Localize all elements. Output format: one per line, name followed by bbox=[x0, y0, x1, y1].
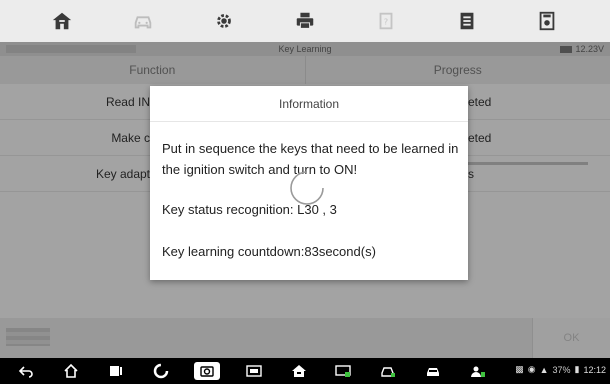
help-icon[interactable]: ? bbox=[374, 9, 398, 33]
countdown-text: Key learning countdown:83second(s) bbox=[162, 244, 376, 259]
information-dialog: Information Put in sequence the keys tha… bbox=[150, 86, 468, 280]
vehicle-icon[interactable] bbox=[131, 9, 155, 33]
home-icon[interactable] bbox=[50, 9, 74, 33]
user-icon[interactable] bbox=[467, 362, 489, 380]
home-icon[interactable] bbox=[60, 362, 82, 380]
battery-icon: ▮ bbox=[574, 364, 580, 374]
data-manager-icon[interactable] bbox=[455, 9, 479, 33]
wifi-icon: ▲ bbox=[539, 364, 549, 375]
back-icon[interactable] bbox=[15, 362, 37, 380]
loading-spinner-icon bbox=[290, 171, 324, 205]
browser-icon[interactable] bbox=[150, 362, 172, 380]
clock: 12:12 bbox=[583, 364, 606, 375]
recents-icon[interactable] bbox=[105, 362, 127, 380]
vci-icon[interactable] bbox=[332, 362, 354, 380]
top-toolbar: ? bbox=[0, 0, 610, 42]
battery-percent: 37% bbox=[552, 364, 571, 375]
camera-icon[interactable] bbox=[194, 362, 221, 380]
print-icon[interactable] bbox=[293, 9, 317, 33]
status-area: ▩ ◉ ▲ 37% ▮ 12:12 bbox=[515, 364, 606, 375]
display-icon[interactable] bbox=[243, 362, 265, 380]
car-icon[interactable] bbox=[422, 362, 444, 380]
dialog-title: Information bbox=[150, 86, 468, 122]
autel-home-icon[interactable] bbox=[288, 362, 310, 380]
car-service-icon[interactable] bbox=[377, 362, 399, 380]
record-icon: ◉ bbox=[527, 364, 536, 374]
chat-icon: ▩ bbox=[515, 364, 524, 374]
save-icon[interactable] bbox=[535, 9, 559, 33]
settings-icon[interactable] bbox=[212, 9, 236, 33]
svg-text:?: ? bbox=[384, 17, 388, 27]
android-nav-bar: ▩ ◉ ▲ 37% ▮ 12:12 bbox=[0, 358, 610, 384]
